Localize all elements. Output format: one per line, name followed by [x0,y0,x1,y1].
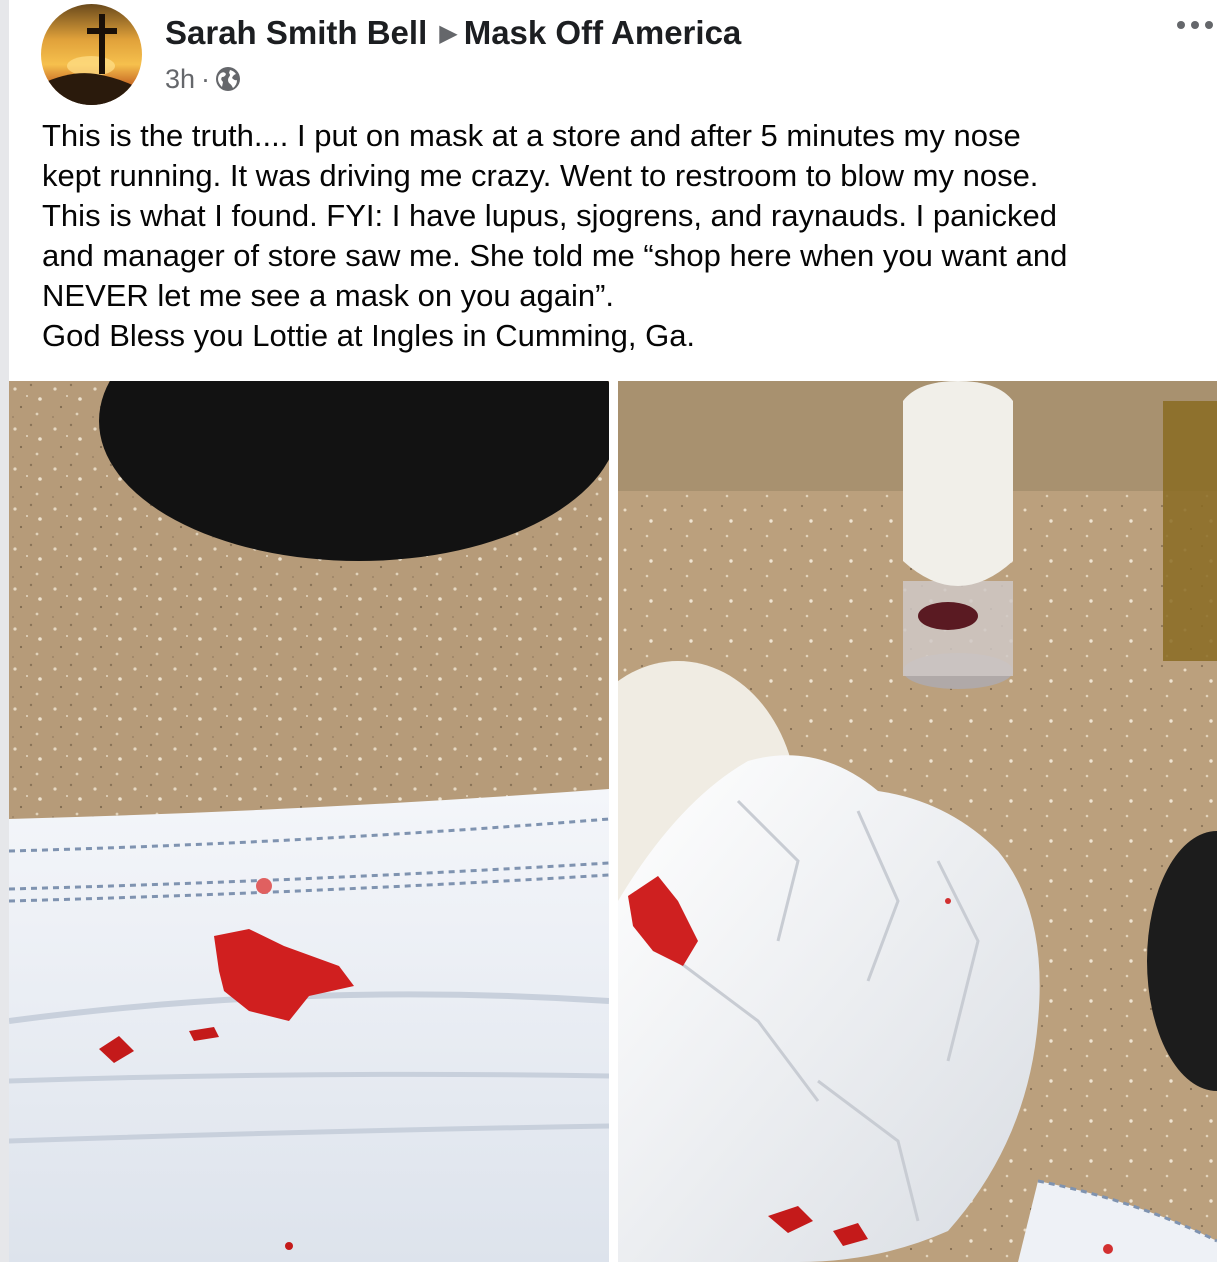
more-options-dot [1177,21,1185,29]
post-timestamp[interactable]: 3h [165,64,195,94]
post-text-line: kept running. It was driving me crazy. W… [42,158,1039,193]
post-header: Sarah Smith Bell ▶ Mask Off America 3h · [41,0,1217,108]
post-text-line: NEVER let me see a mask on you again”. [42,278,615,313]
photo-tissue-with-blood[interactable] [618,381,1217,1262]
more-options-dot [1205,21,1213,29]
post-body-text: This is the truth.... I put on mask at a… [42,116,1212,356]
author-name[interactable]: Sarah Smith Bell [165,14,427,51]
more-options-dot [1191,21,1199,29]
post-meta: 3h · [165,64,242,95]
triangle-right-icon: ▶ [439,20,458,47]
post-text-line: This is the truth.... I put on mask at a… [42,118,1021,153]
more-options-button[interactable] [1173,10,1217,40]
group-name[interactable]: Mask Off America [464,14,742,51]
author-group-line: Sarah Smith Bell ▶ Mask Off America [165,14,741,52]
post-text-line: and manager of store saw me. She told me… [42,238,1068,273]
cross-sunset-avatar-image [41,4,142,105]
globe-icon [214,65,242,93]
meta-separator: · [201,64,211,94]
post-photos [9,381,1217,1262]
post-text-line: God Bless you Lottie at Ingles in Cummin… [42,318,696,353]
post-text-line: This is what I found. FYI: I have lupus,… [42,198,1057,233]
author-avatar[interactable] [41,4,142,105]
photo-mask-with-blood[interactable] [9,381,609,1262]
feed-post: Sarah Smith Bell ▶ Mask Off America 3h · Th… [0,0,1217,1262]
